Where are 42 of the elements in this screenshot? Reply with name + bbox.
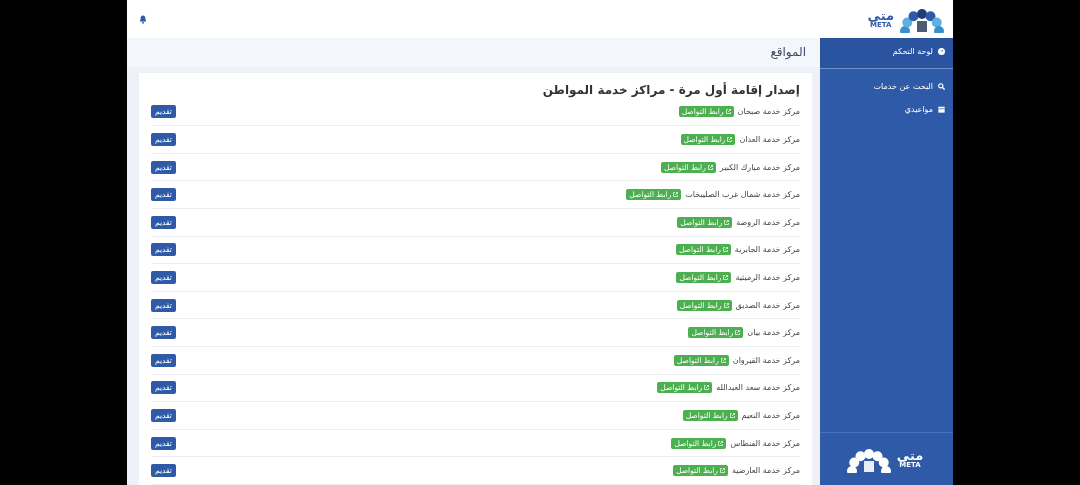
external-link-icon [704,385,710,391]
external-link-icon [725,109,731,115]
calendar-icon [938,106,945,113]
bell-icon[interactable] [139,14,147,24]
location-name: مركز خدمة العارضية [731,466,800,476]
location-name: مركز خدمة القيروان [732,355,800,365]
section-title: إصدار إقامة أول مرة - مراكز خدمة المواطن [541,82,800,97]
external-link-icon [724,219,730,225]
location-name: مركز خدمة الفنطاس [730,438,800,448]
external-link-icon [722,247,728,253]
external-link-icon [735,330,741,336]
external-link-icon [729,413,735,418]
location-name: مركز خدمة الرميثية [735,273,800,283]
external-link-icon [718,440,724,446]
external-link-icon [723,275,729,281]
logo-arabic-text: متى [896,449,924,462]
location-name: مركز خدمة الروضة [736,217,800,227]
location-name: مركز خدمة مبارك الكبير [719,162,800,172]
location-name: مركز خدمة الجابرية [734,245,800,255]
external-link-icon [727,137,733,143]
page-title: المواقع [127,38,820,67]
sidebar-item[interactable]: البحث عن خدمات [820,75,953,98]
external-link-icon [720,357,726,363]
external-link-icon [707,164,713,170]
location-name: مركز خدمة بيان [747,328,800,338]
sidebar-item-label: البحث عن خدمات [873,82,933,91]
location-name: مركز خدمة الصديق [735,300,800,310]
external-link-icon [673,192,679,198]
location-name: مركز خدمة سعد العبدالله [716,383,800,393]
external-link-icon [719,468,725,474]
external-link-icon [723,302,729,308]
sidebar-item-label: مواعيدي [904,105,933,114]
logo-arabic-text: متى [867,9,894,22]
search-icon [938,83,945,90]
sidebar-item[interactable]: لوحة التحكم [820,38,953,69]
location-name: مركز خدمة شمال غرب الصليبخات [685,190,800,200]
location-name: مركز خدمة العدان [739,135,800,145]
sidebar-item[interactable]: مواعيدي [820,98,953,121]
location-name: مركز خدمة صبحان [737,107,800,117]
location-name: مركز خدمة النعيم [741,411,800,420]
dashboard-icon [938,48,945,55]
sidebar-item-label: لوحة التحكم [892,47,933,56]
